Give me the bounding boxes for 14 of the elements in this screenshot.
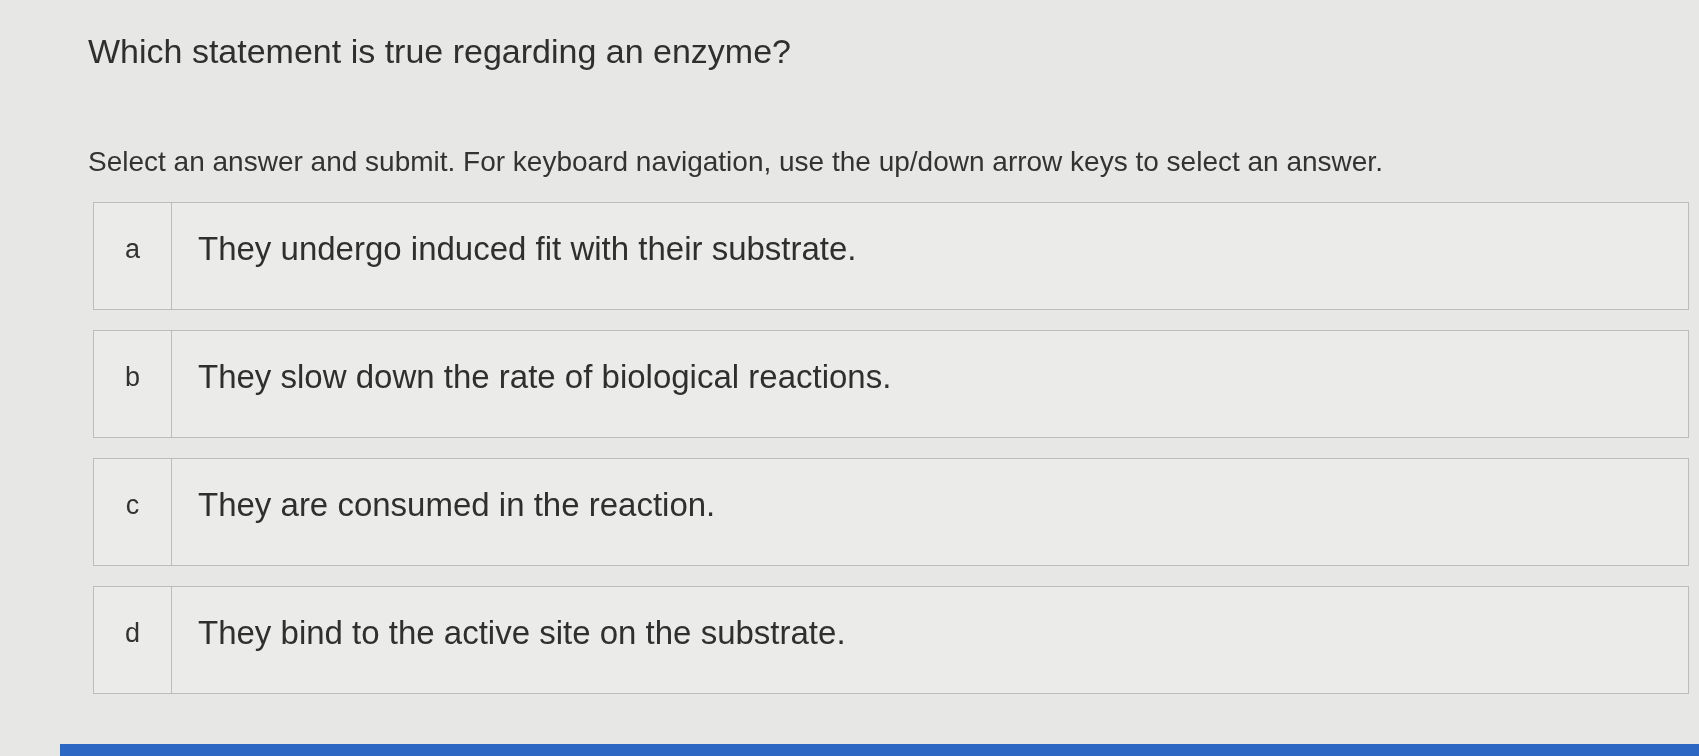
option-letter: d [94,587,172,693]
question-title: Which statement is true regarding an enzyme? [88,31,791,72]
answer-option[interactable]: a They undergo induced fit with their substrate. [93,202,1689,310]
answer-option[interactable]: b They slow down the rate of biological reactions. [93,330,1689,438]
answer-option[interactable]: d They bind to the active site on the substrate. [93,586,1689,694]
option-text: They are consumed in the reaction. [197,485,716,525]
option-text: They bind to the active site on the substrate. [197,613,846,653]
option-text: They slow down the rate of biological reactions. [197,357,892,397]
option-letter: c [94,459,172,565]
option-text: They undergo induced fit with their substrate. [197,229,857,269]
answer-option[interactable]: c They are consumed in the reaction. [93,458,1689,566]
option-letter: a [94,203,172,309]
instructions-text: Select an answer and submit. For keyboard navigation, use the up/down arrow keys to select an answer. [88,145,1383,179]
option-letter: b [94,331,172,437]
